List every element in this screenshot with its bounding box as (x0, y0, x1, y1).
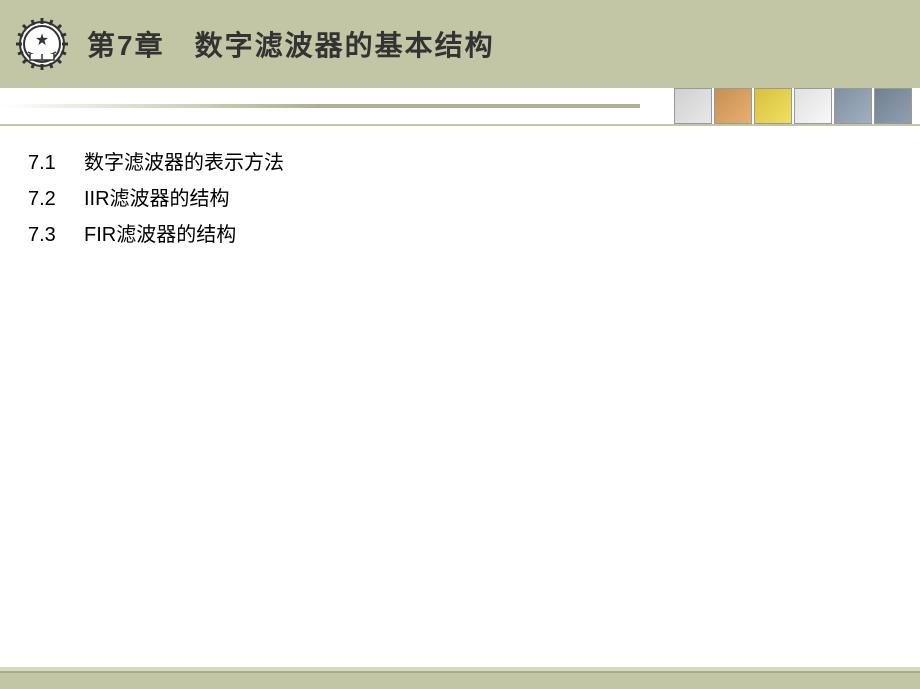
svg-text:★: ★ (35, 32, 49, 49)
toc-number: 7.2 (28, 182, 84, 216)
toc-item: 7.2 IIR滤波器的结构 (28, 182, 900, 216)
chapter-badge-icon: ★ (12, 14, 72, 74)
slide-header: ★ 第7章 数字滤波器的基本结构 (0, 0, 920, 88)
toc-text: FIR滤波器的结构 (84, 218, 236, 252)
chapter-title: 第7章 数字滤波器的基本结构 (87, 24, 495, 64)
toc-number: 7.1 (28, 146, 84, 180)
decoration-bar (0, 88, 920, 126)
deco-thumbnail-2 (714, 88, 752, 124)
toc-item: 7.3 FIR滤波器的结构 (28, 218, 900, 252)
toc-number: 7.3 (28, 218, 84, 252)
toc-text: IIR滤波器的结构 (84, 182, 230, 216)
deco-thumbnail-3 (754, 88, 792, 124)
deco-thumbnail-4 (794, 88, 832, 124)
deco-thumbnail-1 (674, 88, 712, 124)
slide-footer (0, 671, 920, 689)
toc-text: 数字滤波器的表示方法 (84, 146, 284, 180)
deco-thumbnail-6 (874, 88, 912, 124)
decoration-thumbnails (674, 88, 912, 124)
slide-content: 7.1 数字滤波器的表示方法 7.2 IIR滤波器的结构 7.3 FIR滤波器的… (0, 126, 920, 274)
deco-thumbnail-5 (834, 88, 872, 124)
toc-item: 7.1 数字滤波器的表示方法 (28, 146, 900, 180)
